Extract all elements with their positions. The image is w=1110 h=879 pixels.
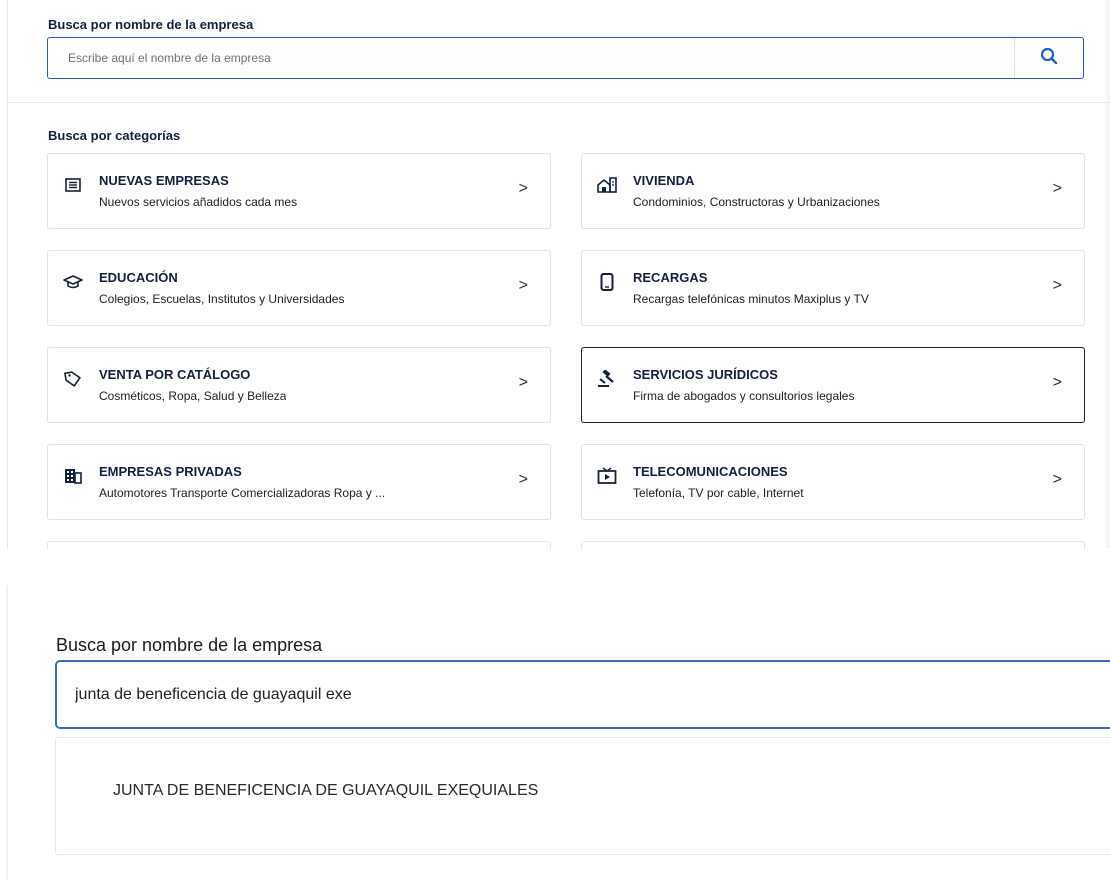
chevron-right-icon: >: [1052, 374, 1062, 391]
search-label: Busca por nombre de la empresa: [56, 635, 323, 655]
category-title: EMPRESAS PRIVADAS: [99, 464, 242, 479]
search-results-panel: Busca por nombre de la empresa JUNTA DE …: [0, 585, 1110, 879]
category-subtitle: Cosméticos, Ropa, Salud y Belleza: [99, 389, 287, 403]
chevron-right-icon: >: [1052, 277, 1062, 294]
category-card-nuevas-empresas[interactable]: NUEVAS EMPRESAS Nuevos servicios añadido…: [47, 153, 551, 229]
chevron-right-icon: >: [1052, 471, 1062, 488]
categories-label: Busca por categorías: [48, 128, 181, 143]
gavel-icon: [596, 368, 618, 390]
category-card-educacion[interactable]: EDUCACIÓN Colegios, Escuelas, Institutos…: [47, 250, 551, 326]
category-subtitle: Nuevos servicios añadidos cada mes: [99, 195, 298, 209]
search-button[interactable]: [1014, 38, 1083, 78]
list-icon: [62, 174, 84, 196]
search-input[interactable]: [75, 662, 1075, 727]
category-card-recargas[interactable]: RECARGAS Recargas telefónicas minutos Ma…: [581, 250, 1085, 326]
search-result-item[interactable]: JUNTA DE BENEFICENCIA DE GUAYAQUIL EXEQU…: [55, 737, 1110, 855]
category-title: VIVIENDA: [633, 173, 695, 188]
category-subtitle: Recargas telefónicas minutos Maxiplus y …: [633, 292, 869, 306]
category-card-partial[interactable]: [581, 541, 1085, 549]
category-subtitle: Firma de abogados y consultorios legales: [633, 389, 855, 403]
search-field-active: [55, 660, 1110, 729]
category-subtitle: Automotores Transporte Comercializadoras…: [99, 486, 386, 500]
section-divider: [8, 102, 1110, 103]
category-title: EDUCACIÓN: [99, 270, 178, 285]
category-card-empresas-privadas[interactable]: EMPRESAS PRIVADAS Automotores Transporte…: [47, 444, 551, 520]
search-panel: Busca por nombre de la empresa Busca por…: [0, 0, 1110, 549]
category-title: VENTA POR CATÁLOGO: [99, 367, 251, 382]
category-card-vivienda[interactable]: VIVIENDA Condominios, Constructoras y Ur…: [581, 153, 1085, 229]
search-result-text: JUNTA DE BENEFICENCIA DE GUAYAQUIL EXEQU…: [113, 782, 539, 799]
category-subtitle: Telefonía, TV por cable, Internet: [633, 486, 804, 500]
panel-left-border: [6, 585, 8, 879]
graduation-cap-icon: [62, 271, 84, 293]
category-card-telecomunicaciones[interactable]: TELECOMUNICACIONES Telefonía, TV por cab…: [581, 444, 1085, 520]
search-input[interactable]: [68, 38, 968, 78]
category-title: NUEVAS EMPRESAS: [99, 173, 229, 188]
chevron-right-icon: >: [518, 277, 528, 294]
search-field: [47, 37, 1084, 79]
category-title: RECARGAS: [633, 270, 708, 285]
category-card-venta-por-catalogo[interactable]: VENTA POR CATÁLOGO Cosméticos, Ropa, Sal…: [47, 347, 551, 423]
category-title: SERVICIOS JURÍDICOS: [633, 367, 778, 382]
panel-right-border: [1106, 0, 1110, 548]
category-title: TELECOMUNICACIONES: [633, 464, 788, 479]
search-icon: [1040, 47, 1058, 70]
chevron-right-icon: >: [518, 374, 528, 391]
category-card-servicios-juridicos[interactable]: SERVICIOS JURÍDICOS Firma de abogados y …: [581, 347, 1085, 423]
chevron-right-icon: >: [1052, 180, 1062, 197]
building-house-icon: [596, 174, 618, 196]
tv-icon: [596, 465, 618, 487]
panel-left-border: [7, 0, 8, 548]
category-subtitle: Condominios, Constructoras y Urbanizacio…: [633, 195, 880, 209]
category-card-partial[interactable]: [47, 541, 551, 549]
mobile-phone-icon: [596, 271, 618, 293]
tag-icon: [62, 368, 84, 390]
search-label: Busca por nombre de la empresa: [48, 17, 254, 32]
chevron-right-icon: >: [518, 180, 528, 197]
chevron-right-icon: >: [518, 471, 528, 488]
category-subtitle: Colegios, Escuelas, Institutos y Univers…: [99, 292, 345, 306]
office-building-icon: [62, 465, 84, 487]
